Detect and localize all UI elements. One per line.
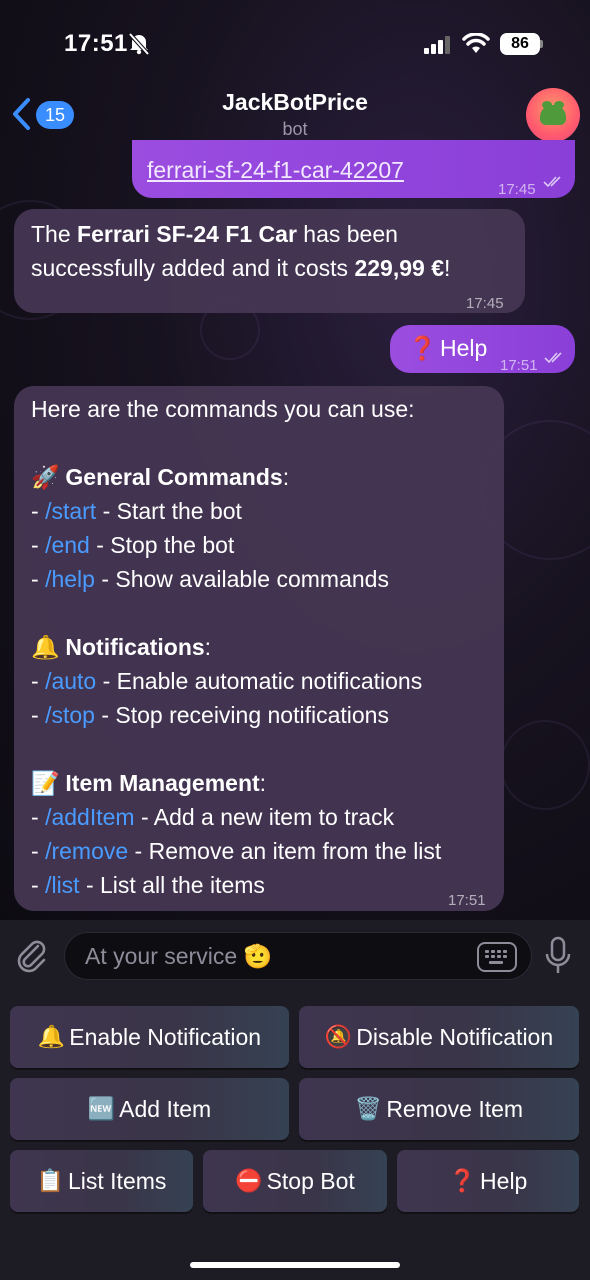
outgoing-link-message: ________________________ ferrari-sf-24-f… — [132, 130, 575, 198]
command-link[interactable]: /addItem — [45, 804, 135, 830]
help-text: Help — [440, 335, 488, 361]
read-checkmarks-icon — [544, 352, 562, 364]
list-items-button[interactable]: 📋 List Items — [10, 1150, 193, 1212]
button-label: Stop Bot — [266, 1167, 355, 1194]
link-text-hidden-line: ________________________ — [147, 130, 454, 144]
stop-bot-button[interactable]: ⛔ Stop Bot — [203, 1150, 387, 1212]
command-link[interactable]: /help — [45, 566, 95, 592]
help-button[interactable]: ❓ Help — [397, 1150, 579, 1212]
status-bar: 17:51 86 — [0, 0, 590, 80]
incoming-message-added: The Ferrari SF-24 F1 Car has been succes… — [14, 209, 525, 313]
section-heading: 🔔 Notifications: — [31, 630, 501, 664]
outgoing-help-message: ❓ Help 17:51 — [390, 325, 575, 374]
background-doodle — [500, 720, 590, 810]
bot-reply-keyboard: 🔔 Enable Notification 🔕 Disable Notificati… — [0, 992, 590, 1280]
message-text: The Ferrari SF-24 F1 Car has been succes… — [31, 217, 511, 285]
command-link[interactable]: /start — [45, 498, 96, 524]
button-label: List Items — [67, 1167, 167, 1194]
paperclip-icon[interactable] — [14, 938, 50, 974]
command-line: - /start - Start the bot — [31, 498, 242, 524]
new-badge-icon: 🆕 — [87, 1096, 116, 1121]
message-input[interactable]: At your service 🫡 — [64, 932, 532, 980]
command-line: - /help - Show available commands — [31, 566, 389, 592]
command-link[interactable]: /remove — [45, 838, 128, 864]
cellular-signal-icon — [424, 36, 450, 54]
item-price: 229,99 € — [354, 255, 444, 281]
clipboard-icon: 📋 — [36, 1168, 64, 1193]
command-line: - /addItem - Add a new item to track — [31, 804, 395, 830]
command-link[interactable]: /stop — [45, 702, 95, 728]
button-label: Remove Item — [386, 1095, 524, 1122]
button-label: Add Item — [119, 1095, 212, 1122]
message-time: 17:51 — [448, 892, 486, 909]
intro-text: Here are the commands you can use: — [31, 396, 415, 422]
button-label: Help — [480, 1167, 528, 1194]
battery-tip — [540, 40, 543, 48]
command-line: - /list - List all the items — [31, 872, 265, 898]
command-line: - /end - Stop the bot — [31, 532, 235, 558]
item-name: Ferrari SF-24 F1 Car — [77, 221, 297, 247]
frog-icon — [540, 101, 566, 125]
message-time: 17:45 — [498, 181, 536, 198]
question-icon: ❓ — [408, 335, 437, 361]
stop-sign-icon: ⛔ — [235, 1168, 263, 1193]
bot-keyboard-icon[interactable] — [477, 942, 517, 972]
add-item-button[interactable]: 🆕 Add Item — [10, 1078, 289, 1140]
input-placeholder: At your service 🫡 — [85, 943, 273, 969]
remove-item-button[interactable]: 🗑️ Remove Item — [299, 1078, 579, 1140]
bell-icon: 🔔 — [31, 634, 60, 660]
section-heading: 📝 Item Management: — [31, 766, 501, 800]
enable-notification-button[interactable]: 🔔 Enable Notification — [10, 1006, 289, 1068]
command-link[interactable]: /list — [45, 872, 80, 898]
chat-title[interactable]: JackBotPrice — [0, 89, 590, 116]
trash-icon: 🗑️ — [354, 1096, 383, 1121]
status-time: 17:51 — [64, 30, 128, 57]
read-checkmarks-icon — [543, 176, 561, 188]
button-label: Disable Notification — [356, 1023, 554, 1050]
button-label: Enable Notification — [69, 1023, 262, 1050]
keyboard-keys-glyph — [485, 950, 507, 964]
command-line: - /auto - Enable automatic notifications — [31, 668, 423, 694]
disable-notification-button[interactable]: 🔕 Disable Notification — [299, 1006, 579, 1068]
command-link[interactable]: /auto — [45, 668, 96, 694]
memo-icon: 📝 — [31, 770, 60, 796]
commands-list: Here are the commands you can use: 🚀 Gen… — [31, 392, 501, 902]
command-line: - /remove - Remove an item from the list — [31, 838, 442, 864]
bell-off-icon: 🔕 — [324, 1024, 353, 1049]
rocket-icon: 🚀 — [31, 464, 60, 490]
microphone-icon[interactable] — [542, 935, 574, 977]
wifi-icon — [462, 33, 490, 53]
message-input-bar: At your service 🫡 — [0, 920, 590, 992]
question-icon: ❓ — [448, 1168, 477, 1193]
bell-off-icon — [128, 32, 150, 56]
battery-indicator: 86 — [500, 33, 540, 55]
command-line: - /stop - Stop receiving notifications — [31, 702, 389, 728]
text-segment: The — [31, 221, 78, 247]
incoming-commands-message: Here are the commands you can use: 🚀 Gen… — [14, 386, 504, 911]
message-time: 17:51 — [500, 357, 538, 374]
section-heading: 🚀 General Commands: — [31, 460, 501, 494]
message-time: 17:45 — [466, 295, 504, 312]
home-indicator — [190, 1262, 400, 1268]
command-link[interactable]: /end — [45, 532, 90, 558]
product-link[interactable]: ferrari-sf-24-f1-car-42207 — [147, 153, 404, 187]
bell-icon: 🔔 — [37, 1024, 66, 1049]
text-segment: ! — [443, 255, 451, 281]
